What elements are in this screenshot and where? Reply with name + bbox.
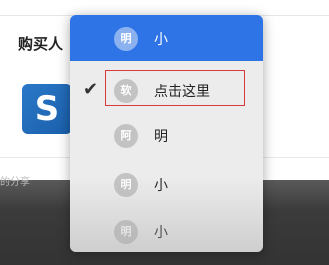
avatar: 明: [114, 27, 138, 51]
menu-item-label: 明: [154, 129, 168, 145]
bottom-caption: 的分享: [0, 177, 30, 188]
avatar: 阿: [114, 124, 138, 148]
app-icon[interactable]: S: [22, 84, 72, 134]
menu-item[interactable]: 明 小: [70, 208, 263, 252]
menu-item[interactable]: 明 小: [70, 161, 263, 207]
buyer-label: 购买人: [18, 35, 64, 53]
checkmark-icon: ✔: [83, 79, 99, 100]
highlight-box: [105, 70, 245, 106]
app-icon-letter: S: [34, 89, 60, 129]
menu-item-label: 小: [154, 32, 168, 48]
menu-item[interactable]: 明 小: [70, 15, 263, 61]
avatar: 明: [114, 220, 138, 244]
buyer-dropdown-menu: 明 小 ✔ 软 点击这里 阿 明 明 小 明 小: [70, 15, 263, 252]
menu-item-label: 小: [154, 225, 168, 241]
avatar: 明: [114, 173, 138, 197]
menu-item[interactable]: 阿 明: [70, 112, 263, 158]
menu-item-label: 小: [154, 178, 168, 194]
